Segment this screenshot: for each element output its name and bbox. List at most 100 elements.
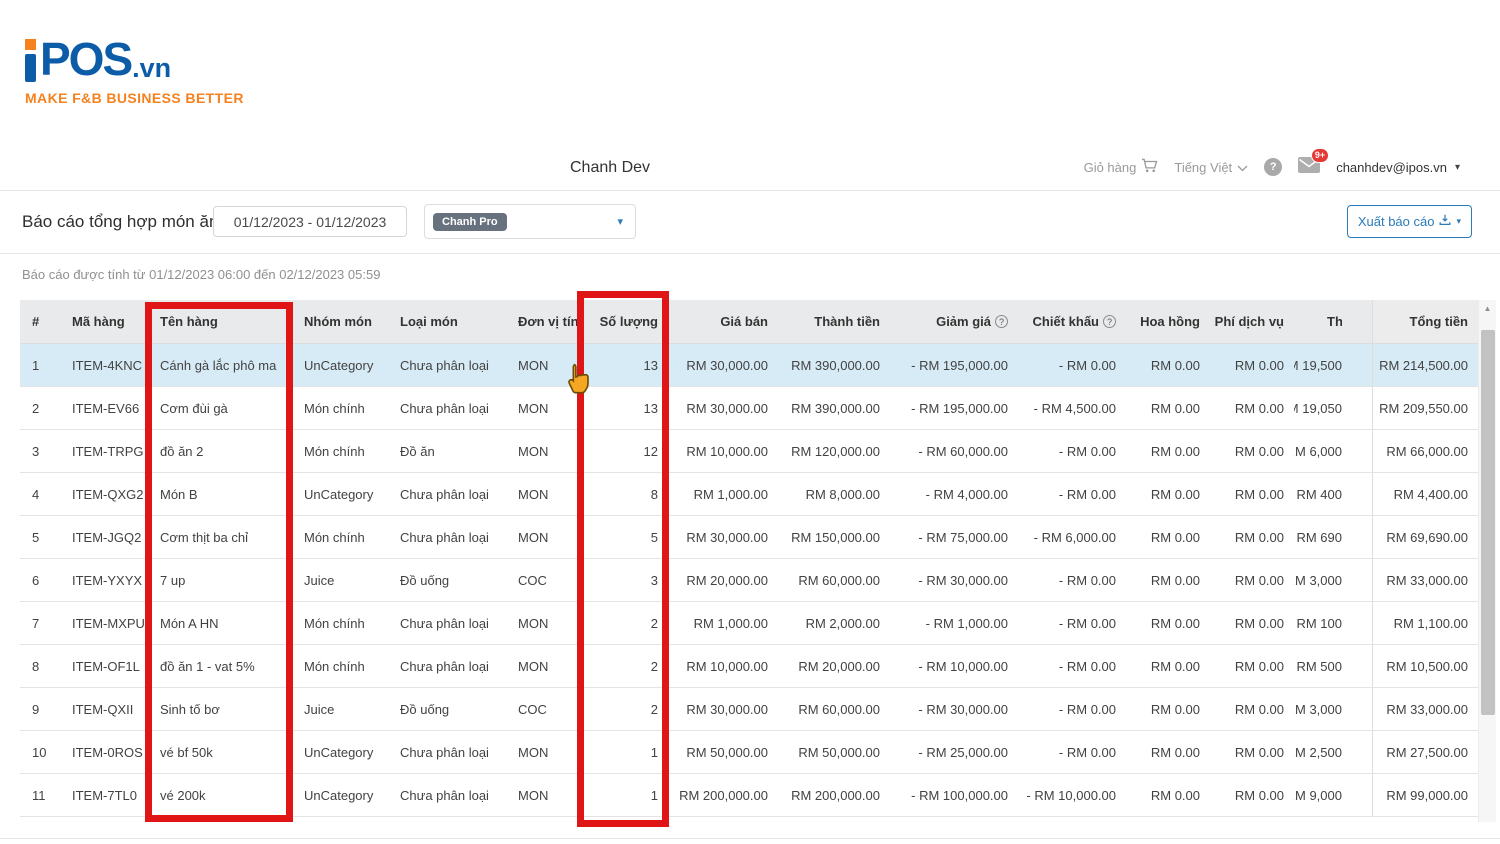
column-header-label: Tổng tiền (1410, 314, 1469, 329)
table-cell: RM 0.00 (1126, 602, 1210, 644)
table-cell: MON (506, 602, 580, 644)
table-cell: RM 20,000.00 (778, 645, 890, 687)
table-row[interactable]: 1ITEM-4KNCCánh gà lắc phô maUnCategoryCh… (20, 344, 1478, 387)
table-cell: MON (506, 473, 580, 515)
divider (0, 838, 1500, 839)
column-header-label: Thành tiền (814, 314, 880, 329)
table-cell: UnCategory (292, 731, 388, 773)
table-cell: ITEM-OF1L (60, 645, 148, 687)
table-cell: - RM 0.00 (1018, 645, 1126, 687)
table-cell: Món chính (292, 645, 388, 687)
table-row[interactable]: 3ITEM-TRPGđồ ăn 2Món chínhĐồ ănMON12RM 1… (20, 430, 1478, 473)
table-body: 1ITEM-4KNCCánh gà lắc phô maUnCategoryCh… (20, 344, 1478, 817)
table-cell: 10 (20, 731, 60, 773)
table-row[interactable]: 8ITEM-OF1Lđồ ăn 1 - vat 5%Món chínhChưa … (20, 645, 1478, 688)
table-cell: - RM 0.00 (1018, 430, 1126, 472)
date-range-input[interactable] (213, 206, 407, 237)
table-cell: - RM 4,000.00 (890, 473, 1018, 515)
table-scrollbar[interactable]: ▲ (1478, 300, 1496, 822)
column-header: Mã hàng (60, 300, 148, 343)
table-cell: 7 up (148, 559, 292, 601)
table-cell: Chưa phân loại (388, 387, 506, 429)
table-row[interactable]: 11ITEM-7TL0vé 200kUnCategoryChưa phân lo… (20, 774, 1478, 817)
table-cell: RM 0.00 (1126, 516, 1210, 558)
table-cell: - RM 10,000.00 (890, 645, 1018, 687)
table-cell: RM 30,000.00 (668, 516, 778, 558)
table-header-row: #Mã hàngTên hàngNhóm mónLoại mónĐơn vị t… (20, 300, 1478, 344)
table-cell: Đồ uống (388, 559, 506, 601)
table-cell: Món chính (292, 387, 388, 429)
table-cell: RM 60,000.00 (778, 559, 890, 601)
table-cell: 1 (580, 774, 668, 816)
table-cell: RM 0.00 (1210, 430, 1294, 472)
column-header: Tên hàng (148, 300, 292, 343)
table-cell: RM 10,500.00 (1372, 645, 1478, 687)
table-cell: 2 (580, 602, 668, 644)
table-cell: ITEM-4KNC (60, 344, 148, 386)
table-cell: RM 0.00 (1210, 387, 1294, 429)
cart-label: Giỏ hàng (1084, 160, 1137, 175)
table-cell: MON (506, 645, 580, 687)
table-cell: MON (506, 430, 580, 472)
table-cell: RM 0.00 (1126, 559, 1210, 601)
table-row[interactable]: 9ITEM-QXIISinh tố bơJuiceĐồ uốngCOC2RM 3… (20, 688, 1478, 731)
table-cell: - RM 10,000.00 (1018, 774, 1126, 816)
column-header-label: Mã hàng (72, 314, 125, 329)
cart-button[interactable]: Giỏ hàng (1084, 158, 1159, 176)
table-cell: RM 0.00 (1126, 731, 1210, 773)
table-cell: RM 0.00 (1210, 645, 1294, 687)
table-cell: - RM 1,000.00 (890, 602, 1018, 644)
column-header: Phí dịch vụ (1210, 300, 1294, 343)
table-cell: 12 (580, 430, 668, 472)
table-cell: 6 (20, 559, 60, 601)
table-cell: RM 200,000.00 (778, 774, 890, 816)
download-icon (1438, 213, 1452, 230)
table-cell: RM 30,000.00 (668, 688, 778, 730)
table-cell: RM 3,000 (1294, 559, 1372, 601)
scrollbar-thumb[interactable] (1481, 330, 1495, 715)
table-cell: RM 200,000.00 (668, 774, 778, 816)
table-cell: Chưa phân loại (388, 774, 506, 816)
help-icon[interactable]: ? (1264, 158, 1282, 176)
table-cell: RM 60,000.00 (778, 688, 890, 730)
notification-badge: 9+ (1311, 148, 1329, 163)
language-selector[interactable]: Tiếng Việt (1174, 160, 1248, 175)
page-title: Báo cáo tổng hợp món ăn (22, 212, 218, 232)
scrollbar-up-arrow[interactable]: ▲ (1479, 300, 1496, 316)
table-row[interactable]: 5ITEM-JGQ2Cơm thịt ba chỉMón chínhChưa p… (20, 516, 1478, 559)
messages-button[interactable]: 9+ (1298, 157, 1320, 178)
table-cell: RM 0.00 (1126, 344, 1210, 386)
table-cell: RM 1,100.00 (1372, 602, 1478, 644)
column-header-label: Chiết khấu (1033, 314, 1099, 329)
table-cell: - RM 6,000.00 (1018, 516, 1126, 558)
table-row[interactable]: 2ITEM-EV66Cơm đùi gàMón chínhChưa phân l… (20, 387, 1478, 430)
table-cell: Món B (148, 473, 292, 515)
table-cell: 5 (20, 516, 60, 558)
report-period-note: Báo cáo được tính từ 01/12/2023 06:00 đế… (22, 267, 380, 282)
column-header: Đơn vị tính (506, 300, 580, 343)
table-row[interactable]: 4ITEM-QXG2Món BUnCategoryChưa phân loạiM… (20, 473, 1478, 516)
info-icon[interactable]: ? (995, 315, 1008, 328)
account-email: chanhdev@ipos.vn (1336, 160, 1447, 175)
column-header-label: Nhóm món (304, 314, 372, 329)
table-cell: 13 (580, 344, 668, 386)
table-cell: RM 500 (1294, 645, 1372, 687)
table-row[interactable]: 7ITEM-MXPUMón A HNMón chínhChưa phân loạ… (20, 602, 1478, 645)
table-cell: Cánh gà lắc phô ma (148, 344, 292, 386)
table-cell: RM 120,000.00 (778, 430, 890, 472)
chevron-down-icon (1237, 160, 1248, 175)
export-report-button[interactable]: Xuất báo cáo ▾ (1347, 205, 1472, 238)
brand-suffix: .vn (132, 55, 171, 82)
table-row[interactable]: 6ITEM-YXYX7 upJuiceĐồ uốngCOC3RM 20,000.… (20, 559, 1478, 602)
table-cell: RM 0.00 (1210, 602, 1294, 644)
info-icon[interactable]: ? (1103, 315, 1116, 328)
table-cell: 11 (20, 774, 60, 816)
column-header-label: Thuế (1327, 314, 1342, 329)
table-cell: RM 0.00 (1126, 688, 1210, 730)
table-row[interactable]: 10ITEM-0ROSvé bf 50kUnCategoryChưa phân … (20, 731, 1478, 774)
account-menu[interactable]: chanhdev@ipos.vn ▾ (1336, 160, 1460, 175)
outlet-select[interactable]: Chanh Pro ▾ (424, 204, 636, 239)
table-cell: UnCategory (292, 344, 388, 386)
table-cell: 8 (20, 645, 60, 687)
table-cell: MON (506, 774, 580, 816)
